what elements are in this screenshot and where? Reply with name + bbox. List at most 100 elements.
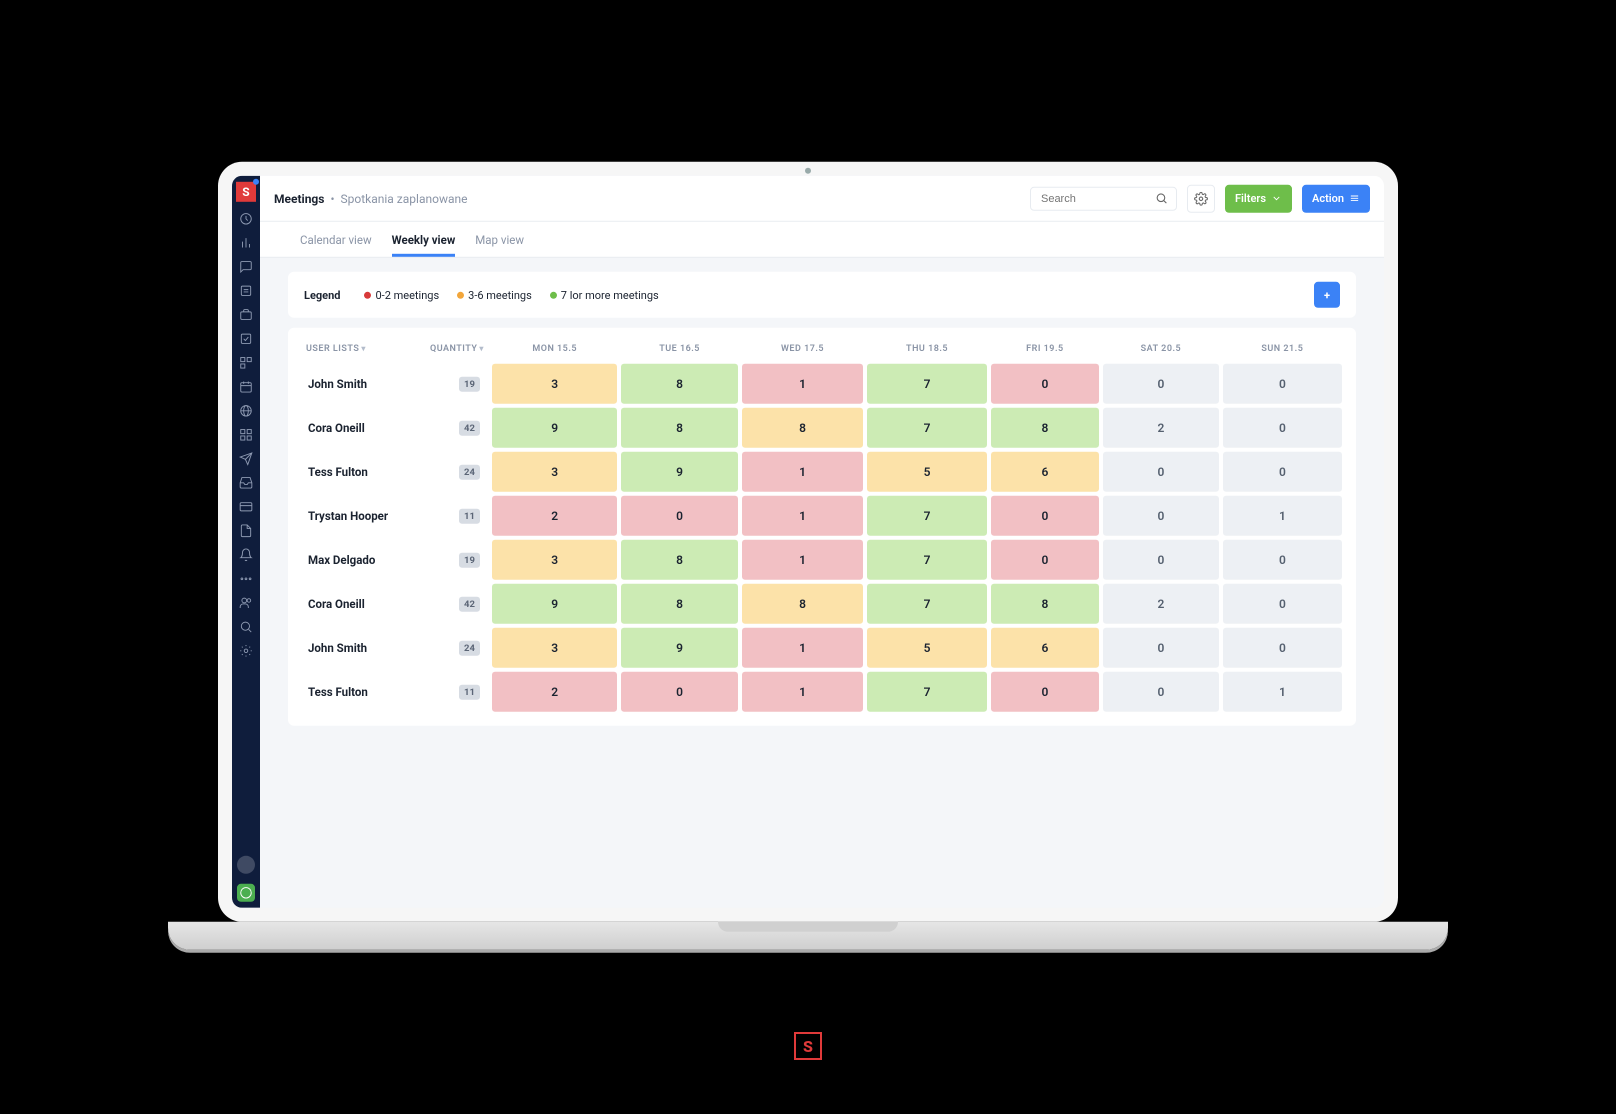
day-cell[interactable]: 8 bbox=[991, 408, 1099, 448]
sidebar-item-search[interactable] bbox=[239, 620, 253, 634]
day-cell[interactable]: 1 bbox=[742, 628, 864, 668]
user-name[interactable]: Cora Oneill bbox=[302, 584, 422, 624]
tab-map[interactable]: Map view bbox=[475, 233, 524, 257]
day-cell[interactable]: 3 bbox=[492, 628, 618, 668]
sidebar-item-bell[interactable] bbox=[239, 548, 253, 562]
sidebar-item-users[interactable] bbox=[239, 596, 253, 610]
day-cell[interactable]: 0 bbox=[1223, 628, 1342, 668]
day-cell[interactable]: 9 bbox=[492, 584, 618, 624]
sidebar-item-projects[interactable] bbox=[239, 308, 253, 322]
day-cell[interactable]: 0 bbox=[1103, 540, 1219, 580]
sidebar-item-reports[interactable] bbox=[239, 284, 253, 298]
day-cell[interactable]: 2 bbox=[1103, 408, 1219, 448]
day-cell[interactable]: 0 bbox=[1103, 364, 1219, 404]
day-cell[interactable]: 0 bbox=[1223, 408, 1342, 448]
day-cell[interactable]: 0 bbox=[1103, 628, 1219, 668]
day-cell[interactable]: 0 bbox=[991, 672, 1099, 712]
sidebar-item-dashboard[interactable] bbox=[239, 212, 253, 226]
user-name[interactable]: Trystan Hooper bbox=[302, 496, 422, 536]
user-name[interactable]: Tess Fulton bbox=[302, 452, 422, 492]
sidebar-item-settings[interactable] bbox=[239, 644, 253, 658]
day-cell[interactable]: 8 bbox=[742, 584, 864, 624]
day-cell[interactable]: 1 bbox=[742, 540, 864, 580]
day-cell[interactable]: 0 bbox=[621, 496, 737, 536]
app-logo[interactable]: S bbox=[236, 182, 256, 202]
day-cell[interactable]: 7 bbox=[867, 496, 986, 536]
sidebar-item-send[interactable] bbox=[239, 452, 253, 466]
sidebar-item-calendar[interactable] bbox=[239, 380, 253, 394]
sidebar-item-chat[interactable] bbox=[239, 260, 253, 274]
status-indicator[interactable] bbox=[237, 884, 255, 902]
day-cell[interactable]: 9 bbox=[492, 408, 618, 448]
sidebar-item-globe[interactable] bbox=[239, 404, 253, 418]
day-cell[interactable]: 1 bbox=[742, 672, 864, 712]
day-cell[interactable]: 7 bbox=[867, 672, 986, 712]
sidebar-item-more[interactable] bbox=[239, 572, 253, 586]
day-cell[interactable]: 8 bbox=[742, 408, 864, 448]
quantity-badge: 11 bbox=[459, 685, 480, 700]
day-cell[interactable]: 3 bbox=[492, 540, 618, 580]
day-cell[interactable]: 8 bbox=[621, 584, 737, 624]
day-cell[interactable]: 0 bbox=[1223, 584, 1342, 624]
day-cell[interactable]: 1 bbox=[742, 364, 864, 404]
day-cell[interactable]: 9 bbox=[621, 452, 737, 492]
day-cell[interactable]: 8 bbox=[621, 364, 737, 404]
day-cell[interactable]: 0 bbox=[1223, 540, 1342, 580]
day-cell[interactable]: 7 bbox=[867, 408, 986, 448]
day-cell[interactable]: 0 bbox=[991, 496, 1099, 536]
day-cell[interactable]: 7 bbox=[867, 584, 986, 624]
user-name[interactable]: Cora Oneill bbox=[302, 408, 422, 448]
day-cell[interactable]: 6 bbox=[991, 628, 1099, 668]
day-cell[interactable]: 3 bbox=[492, 452, 618, 492]
filters-button[interactable]: Filters bbox=[1225, 184, 1292, 212]
day-cell[interactable]: 9 bbox=[621, 628, 737, 668]
breadcrumb-sep: • bbox=[330, 191, 334, 205]
user-name[interactable]: John Smith bbox=[302, 628, 422, 668]
day-cell[interactable]: 7 bbox=[867, 540, 986, 580]
day-cell[interactable]: 0 bbox=[1103, 672, 1219, 712]
settings-button[interactable] bbox=[1187, 184, 1215, 212]
action-button[interactable]: Action bbox=[1302, 184, 1370, 212]
col-day: SAT 20.5 bbox=[1103, 338, 1219, 360]
day-cell[interactable]: 2 bbox=[492, 672, 618, 712]
add-button[interactable]: + bbox=[1314, 282, 1340, 308]
day-cell[interactable]: 1 bbox=[1223, 672, 1342, 712]
search-input[interactable] bbox=[1039, 191, 1149, 205]
day-cell[interactable]: 1 bbox=[742, 496, 864, 536]
tab-weekly[interactable]: Weekly view bbox=[392, 233, 456, 257]
day-cell[interactable]: 5 bbox=[867, 452, 986, 492]
day-cell[interactable]: 0 bbox=[1223, 452, 1342, 492]
sidebar-item-tasks[interactable] bbox=[239, 332, 253, 346]
day-cell[interactable]: 8 bbox=[991, 584, 1099, 624]
sidebar-item-documents[interactable] bbox=[239, 524, 253, 538]
day-cell[interactable]: 2 bbox=[1103, 584, 1219, 624]
user-name[interactable]: John Smith bbox=[302, 364, 422, 404]
day-cell[interactable]: 0 bbox=[1103, 496, 1219, 536]
user-name[interactable]: Max Delgado bbox=[302, 540, 422, 580]
sidebar-item-pipeline[interactable] bbox=[239, 356, 253, 370]
day-cell[interactable]: 7 bbox=[867, 364, 986, 404]
day-cell[interactable]: 1 bbox=[742, 452, 864, 492]
day-cell[interactable]: 2 bbox=[492, 496, 618, 536]
col-quantity[interactable]: Quantity▾ bbox=[426, 338, 488, 360]
day-cell[interactable]: 6 bbox=[991, 452, 1099, 492]
sidebar-item-card[interactable] bbox=[239, 500, 253, 514]
day-cell[interactable]: 3 bbox=[492, 364, 618, 404]
day-cell[interactable]: 5 bbox=[867, 628, 986, 668]
day-cell[interactable]: 1 bbox=[1223, 496, 1342, 536]
search-box[interactable] bbox=[1030, 186, 1177, 210]
col-user[interactable]: User lists▾ bbox=[302, 338, 422, 360]
day-cell[interactable]: 0 bbox=[621, 672, 737, 712]
day-cell[interactable]: 8 bbox=[621, 540, 737, 580]
sidebar-item-inbox[interactable] bbox=[239, 476, 253, 490]
sidebar-item-grid[interactable] bbox=[239, 428, 253, 442]
day-cell[interactable]: 0 bbox=[991, 540, 1099, 580]
day-cell[interactable]: 0 bbox=[1223, 364, 1342, 404]
sidebar-item-analytics[interactable] bbox=[239, 236, 253, 250]
day-cell[interactable]: 0 bbox=[991, 364, 1099, 404]
tab-calendar[interactable]: Calendar view bbox=[300, 233, 372, 257]
day-cell[interactable]: 0 bbox=[1103, 452, 1219, 492]
avatar[interactable] bbox=[237, 856, 255, 874]
user-name[interactable]: Tess Fulton bbox=[302, 672, 422, 712]
day-cell[interactable]: 8 bbox=[621, 408, 737, 448]
